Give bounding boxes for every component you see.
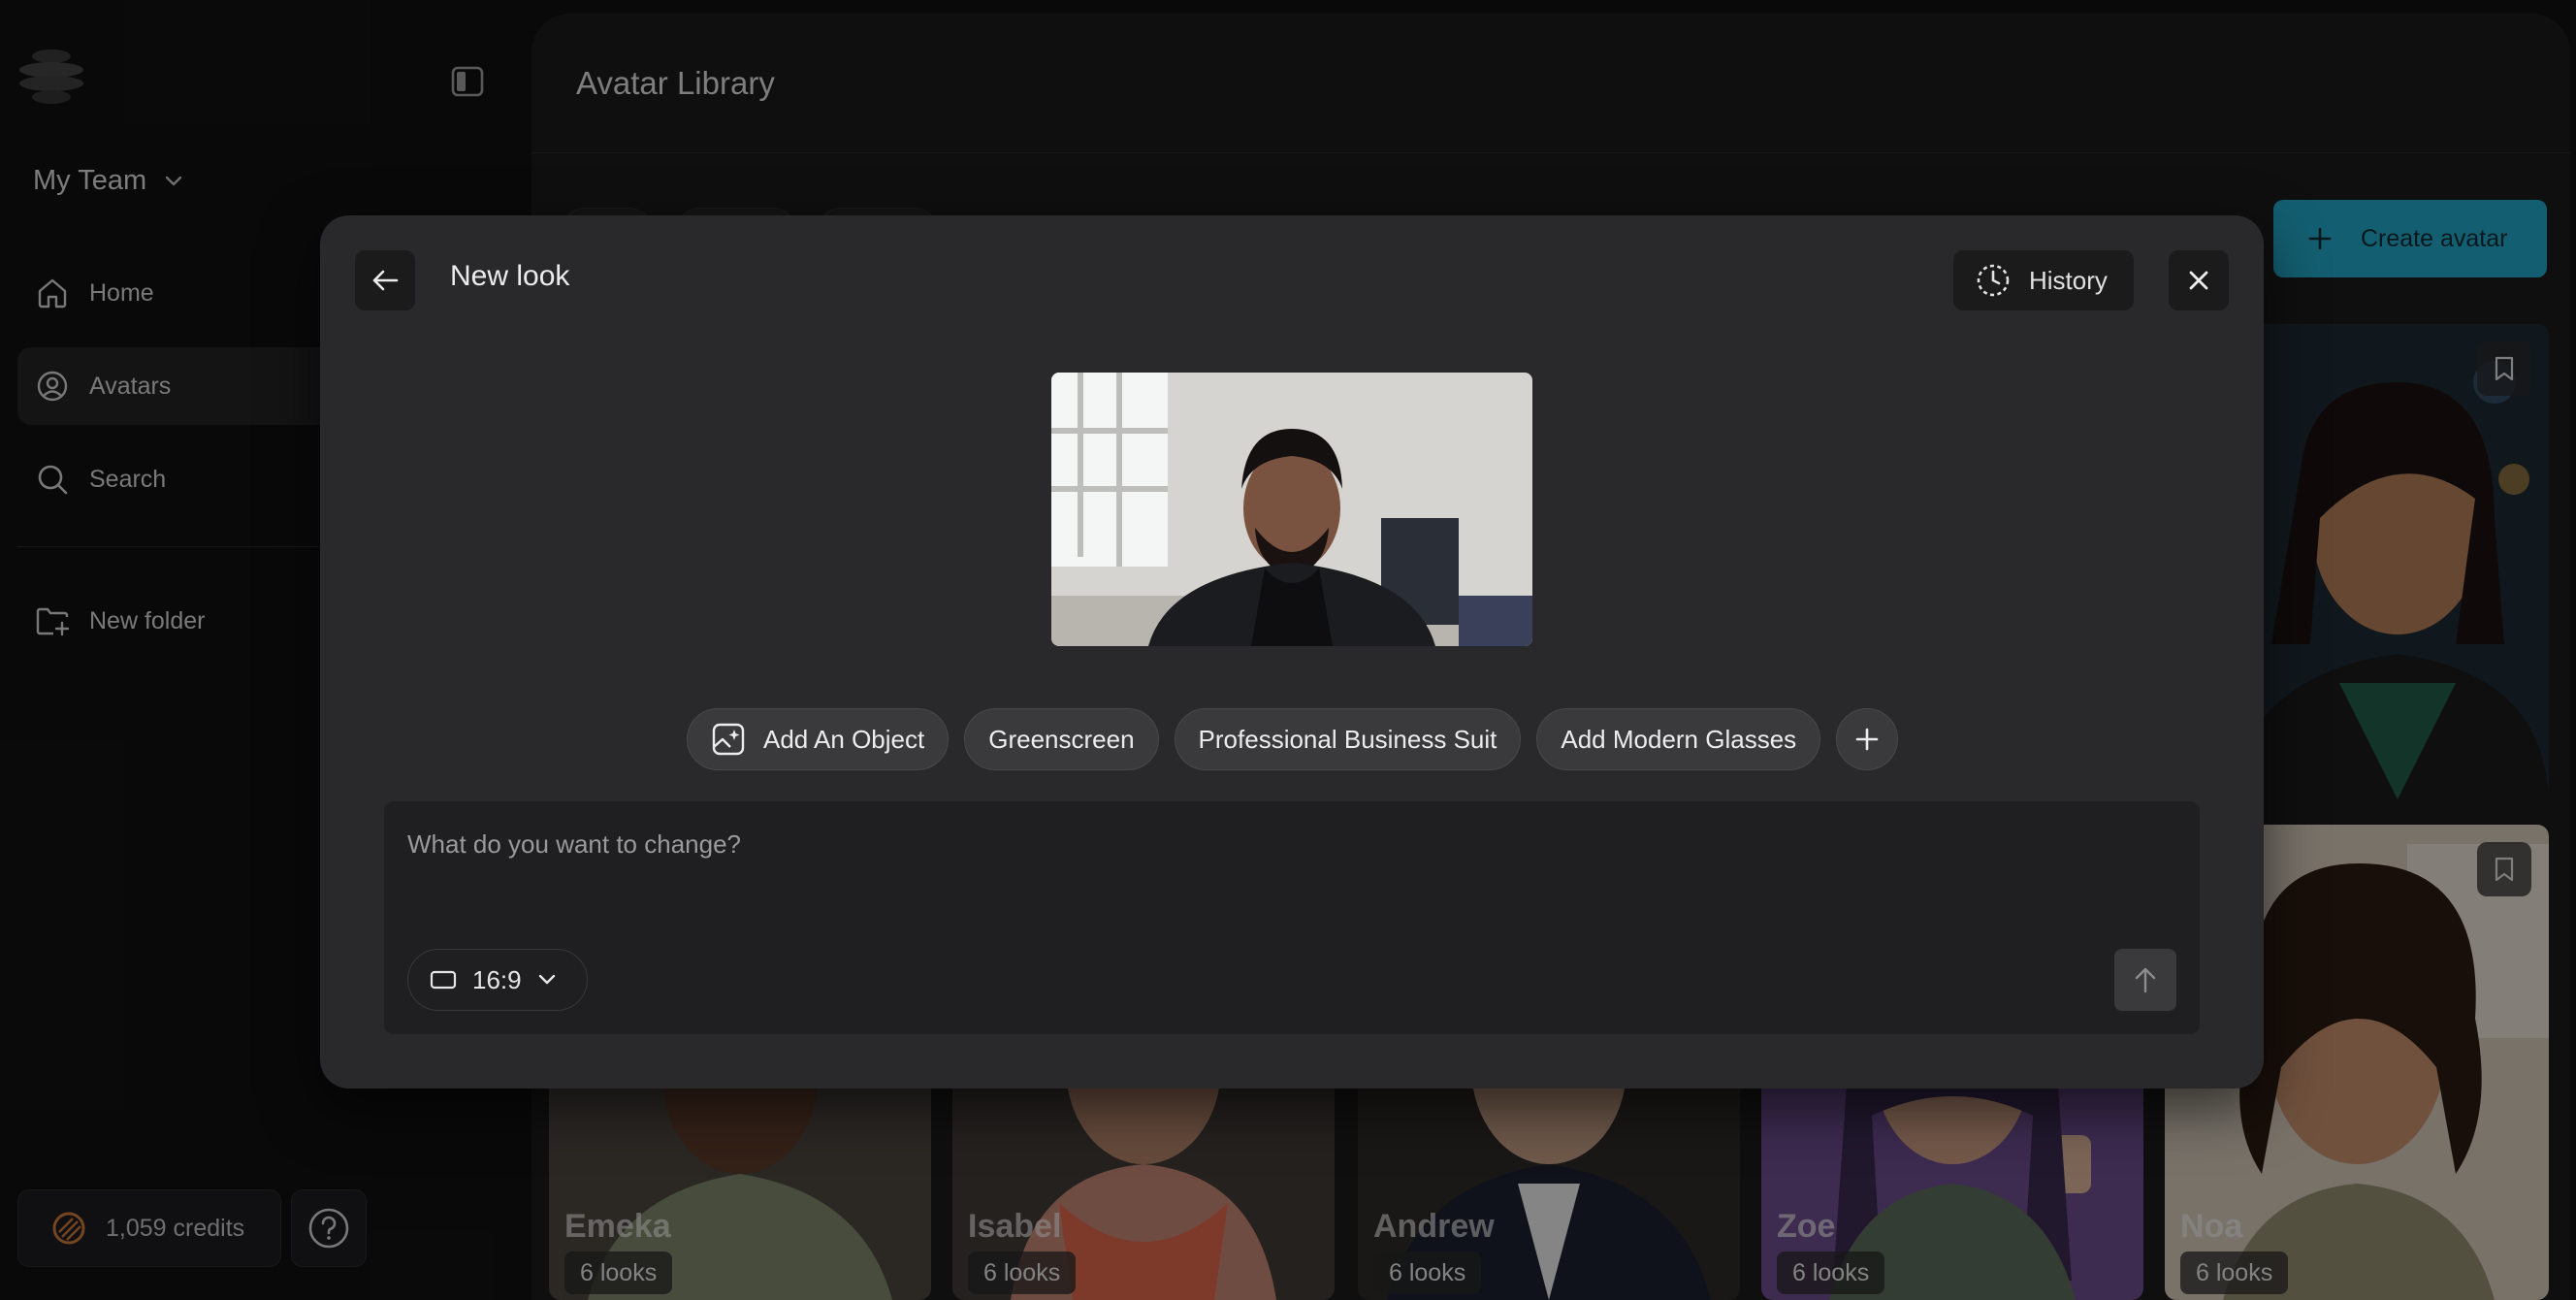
plus-icon <box>1855 728 1879 751</box>
submit-button[interactable] <box>2114 949 2176 1011</box>
close-icon <box>2188 270 2209 291</box>
chevron-down-icon <box>537 974 557 986</box>
chip-label: Add An Object <box>763 724 925 754</box>
aspect-ratio-label: 16:9 <box>472 964 522 994</box>
chip-professional-business-suit[interactable]: Professional Business Suit <box>1174 708 1522 770</box>
chip-add-object[interactable]: Add An Object <box>687 708 950 770</box>
aspect-ratio-select[interactable]: 16:9 <box>407 949 588 1011</box>
close-button[interactable] <box>2169 250 2229 310</box>
avatar-preview-image <box>1051 373 1532 646</box>
history-label: History <box>2029 265 2108 295</box>
chip-label: Add Modern Glasses <box>1561 724 1797 754</box>
prompt-box: 16:9 <box>384 801 2200 1034</box>
image-sparkle-icon <box>711 722 746 757</box>
new-look-modal: New look History Add An Object Greenscre… <box>320 215 2264 1089</box>
arrow-up-icon <box>2134 966 2157 993</box>
chip-label: Professional Business Suit <box>1198 724 1497 754</box>
chip-add-modern-glasses[interactable]: Add Modern Glasses <box>1536 708 1821 770</box>
back-button[interactable] <box>355 250 415 310</box>
prompt-input[interactable] <box>407 825 2056 863</box>
history-button[interactable]: History <box>1953 250 2134 310</box>
arrow-left-icon <box>371 269 399 292</box>
chip-label: Greenscreen <box>988 724 1135 754</box>
history-icon <box>1975 262 2012 299</box>
more-suggestions-button[interactable] <box>1836 708 1899 770</box>
aspect-ratio-icon <box>430 970 457 990</box>
suggestion-chips: Add An Object Greenscreen Professional B… <box>687 708 1899 770</box>
chip-greenscreen[interactable]: Greenscreen <box>964 708 1159 770</box>
modal-title: New look <box>450 260 570 292</box>
